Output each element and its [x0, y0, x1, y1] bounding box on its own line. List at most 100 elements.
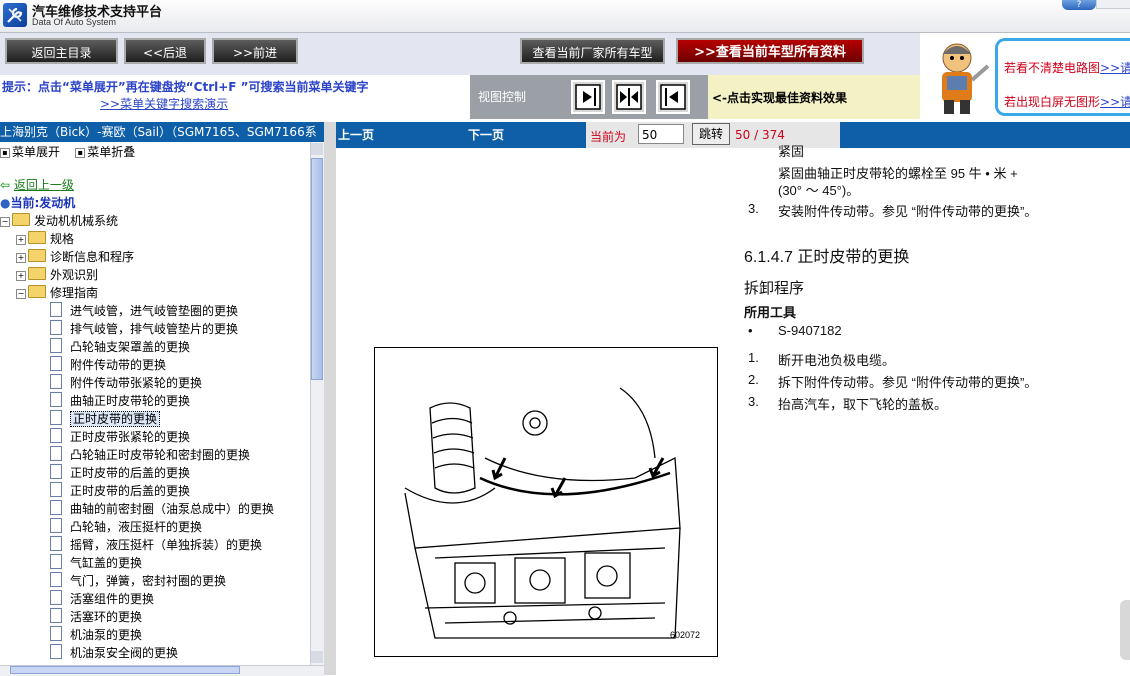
all-models-button[interactable]: 查看当前厂家所有车型 — [520, 38, 665, 64]
grid-icon: ▪ — [75, 148, 86, 158]
document-icon — [50, 608, 62, 623]
collapse-icon: − — [16, 289, 26, 299]
document-icon — [50, 554, 62, 569]
scroll-down-arrow-icon[interactable] — [311, 651, 323, 663]
collapse-icon: − — [0, 217, 10, 227]
all-data-button[interactable]: >>查看当前车型所有资料 — [676, 38, 864, 64]
tree-item[interactable]: 活塞环的更换 — [50, 608, 142, 625]
folder-open-icon — [12, 213, 30, 226]
document-icon — [50, 410, 62, 425]
tree-item[interactable]: 摇臂，液压挺杆（单独拆装）的更换 — [50, 536, 262, 553]
expand-menu-label: 菜单展开 — [12, 145, 61, 159]
tree-item[interactable]: 曲轴正时皮带轮的更换 — [50, 392, 190, 409]
tree-item[interactable]: 正时皮带的后盖的更换 — [50, 482, 190, 499]
tree-folder[interactable]: + 规格 — [16, 230, 74, 247]
removal-step-text: 拆下附件传动带。参见 “附件传动带的更换”。 — [778, 375, 1038, 390]
tree-root[interactable]: − 发动机机械系统 — [0, 212, 118, 229]
all-data-label: 查看当前车型所有资料 — [715, 45, 846, 60]
mechanic-mascot-icon — [922, 36, 992, 116]
document-icon — [50, 428, 62, 443]
back-level-link[interactable]: ⇦ 返回上一级 — [0, 176, 74, 193]
tree-item[interactable]: 附件传动带的更换 — [50, 356, 166, 373]
tree-item-label: 凸轮轴正时皮带轮和密封圈的更换 — [70, 448, 251, 462]
forward-button[interactable]: >>前进 — [212, 38, 298, 64]
step-number: 3. — [748, 201, 759, 216]
engine-diagram-icon — [404, 387, 681, 639]
document-icon — [50, 536, 62, 551]
tree-folder[interactable]: + 外观识别 — [16, 266, 98, 283]
ad-line1-link[interactable]: >>请 — [1100, 61, 1130, 75]
menu-controls: ▪ 菜单展开 ▪ 菜单折叠 — [0, 143, 135, 160]
current-node-label: 当前:发动机 — [10, 196, 76, 210]
scroll-thumb[interactable] — [311, 158, 323, 380]
help-icon[interactable]: ? — [1062, 0, 1096, 10]
expand-menu-button[interactable]: ▪ 菜单展开 — [0, 145, 60, 159]
prev-page-link[interactable]: 上一页 — [338, 126, 374, 143]
folder-icon — [28, 249, 46, 262]
side-handle[interactable] — [1120, 600, 1130, 660]
view-control-label: 视图控制 — [478, 90, 527, 104]
section-heading: 6.1.4.7 正时皮带的更换 — [744, 249, 910, 266]
tree-item[interactable]: 正时皮带张紧轮的更换 — [50, 428, 190, 445]
jump-button[interactable]: 跳转 — [692, 123, 730, 145]
ad-line-blank: 若出现白屏无图形>>请 — [1004, 93, 1130, 110]
step-number: 2. — [748, 372, 759, 387]
vehicle-header: 上海别克（Bick）-赛欧（Sail）（SGM7165、SGM7166系 — [0, 122, 324, 142]
tree-folder[interactable]: − 修理指南 — [16, 284, 98, 301]
page-number-input[interactable]: 50 — [638, 124, 684, 144]
tree-item[interactable]: 活塞组件的更换 — [50, 590, 154, 607]
green-arrow-left-icon: ⇦ — [0, 178, 11, 192]
tree-item-label: 凸轮轴，液压挺杆的更换 — [70, 520, 203, 534]
folder-icon — [28, 267, 46, 280]
tree-item[interactable]: 凸轮轴支架罩盖的更换 — [50, 338, 190, 355]
scroll-up-arrow-icon[interactable] — [311, 143, 323, 155]
tree-item[interactable]: 进气岐管，进气岐管垫圈的更换 — [50, 302, 238, 319]
tree-item[interactable]: 排气岐管，排气岐管垫片的更换 — [50, 320, 238, 337]
ad-line-circuit: 若看不清楚电路图>>请 — [1004, 59, 1130, 76]
tree-item-label: 正时皮带的后盖的更换 — [70, 484, 191, 498]
split-view-button[interactable] — [612, 80, 646, 114]
tree-item[interactable]: 正时皮带的更换 — [50, 410, 161, 427]
tighten-spec-line2: (30° ～ 45°)。 — [778, 183, 860, 198]
home-button[interactable]: 返回主目录 — [5, 38, 118, 64]
double-chevron-icon: >> — [694, 45, 716, 60]
tree-item-label: 正时皮带的后盖的更换 — [70, 466, 191, 480]
app-subtitle: Data Of Auto System — [32, 17, 117, 27]
tree-folder-label: 规格 — [50, 232, 75, 246]
tree-item[interactable]: 气门，弹簧，密封衬圈的更换 — [50, 572, 226, 589]
tree-item[interactable]: 机油泵的更换 — [50, 626, 142, 643]
collapse-menu-button[interactable]: ▪ 菜单折叠 — [75, 145, 135, 159]
tree-item-label: 摇臂，液压挺杆（单独拆装）的更换 — [70, 538, 263, 552]
search-demo-link[interactable]: >>菜单关键字搜索演示 — [100, 95, 228, 112]
ad-line2-link[interactable]: >>请 — [1100, 95, 1130, 109]
grid-icon: ▪ — [0, 148, 10, 158]
document-icon — [50, 626, 62, 641]
tree-item-label: 排气岐管，排气岐管垫片的更换 — [70, 322, 239, 336]
tree-item[interactable]: 凸轮轴，液压挺杆的更换 — [50, 518, 202, 535]
title-tab[interactable] — [1096, 0, 1130, 9]
tree-item[interactable]: 气缸盖的更换 — [50, 554, 142, 571]
tree-item[interactable]: 机油泵安全阀的更换 — [50, 644, 178, 661]
next-page-link[interactable]: 下一页 — [468, 126, 504, 143]
arrow-right-bar-icon — [575, 84, 601, 110]
panel-splitter[interactable] — [324, 122, 336, 675]
tree-item[interactable]: 附件传动带张紧轮的更换 — [50, 374, 202, 391]
expand-icon: + — [16, 235, 26, 245]
tree-folder[interactable]: + 诊断信息和程序 — [16, 248, 134, 265]
tree-item[interactable]: 曲轴的前密封圈（油泵总成中）的更换 — [50, 500, 274, 517]
tree-item[interactable]: 正时皮带的后盖的更换 — [50, 464, 190, 481]
tree-item-label: 机油泵安全阀的更换 — [70, 646, 179, 660]
expand-icon: + — [16, 253, 26, 263]
wrench-icon — [3, 3, 27, 27]
tree-item[interactable]: 凸轮轴正时皮带轮和密封圈的更换 — [50, 446, 250, 463]
back-button[interactable]: <<后退 — [124, 38, 206, 64]
expand-right-view-button[interactable] — [571, 80, 605, 114]
horizontal-scroll-thumb[interactable] — [10, 666, 240, 674]
expand-left-view-button[interactable] — [656, 80, 690, 114]
engine-figure — [374, 347, 718, 657]
tree-item-label: 气门，弹簧，密封衬圈的更换 — [70, 574, 227, 588]
figure-id: 602072 — [670, 630, 701, 640]
tree-item-label: 正时皮带的更换 — [70, 411, 161, 427]
tools-heading: 所用工具 — [744, 305, 797, 320]
document-icon — [50, 464, 62, 479]
